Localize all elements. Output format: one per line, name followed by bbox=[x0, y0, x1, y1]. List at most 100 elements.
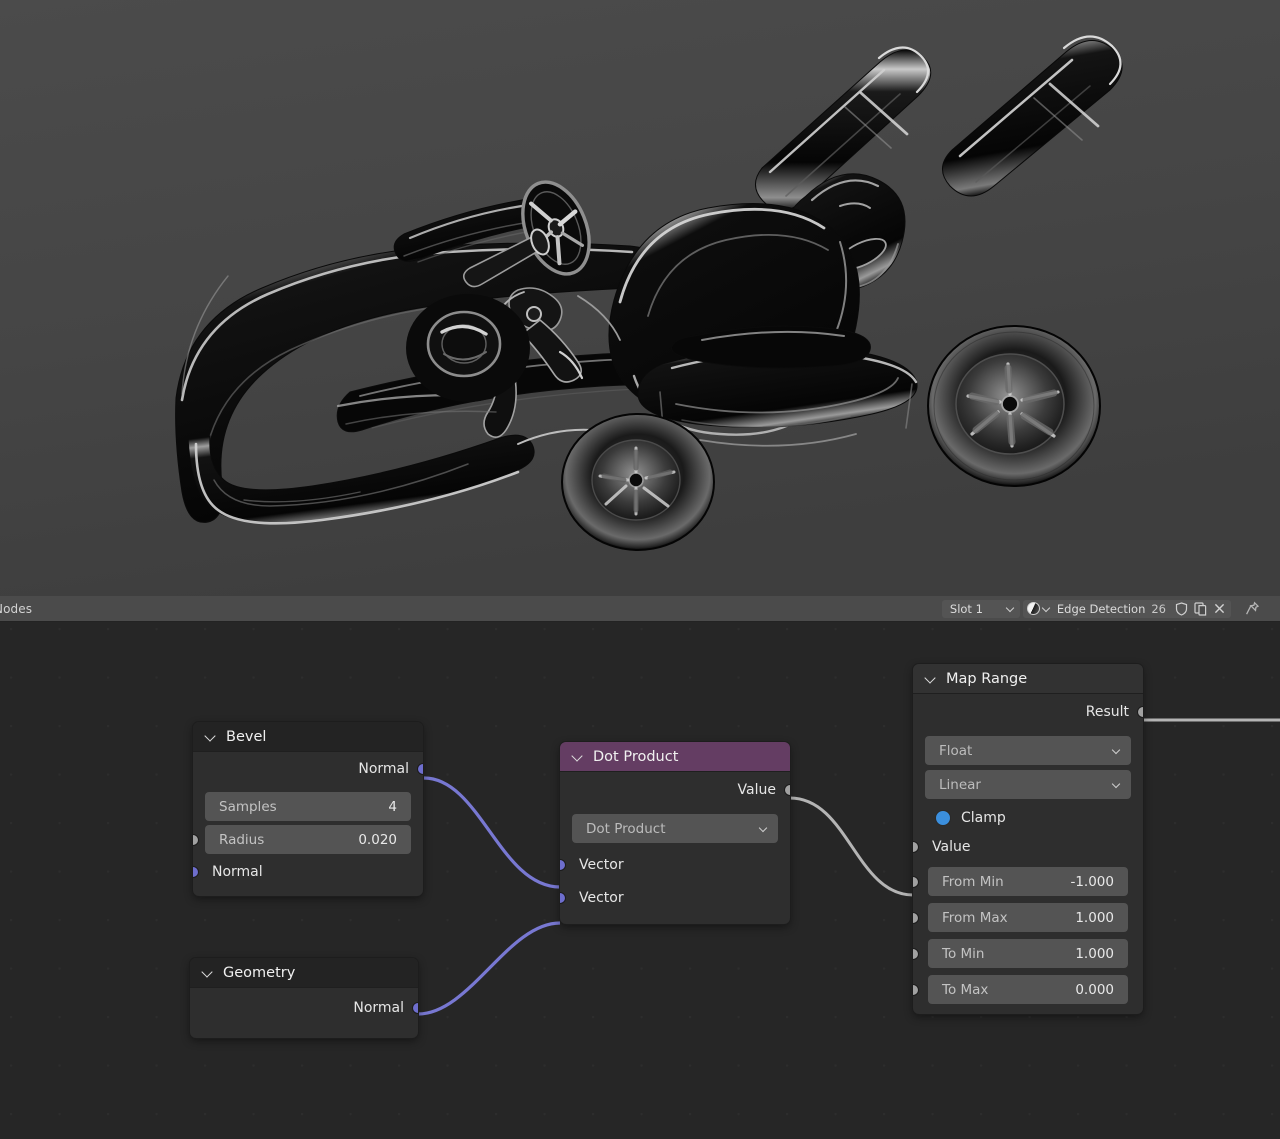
socket-input-vector[interactable] bbox=[560, 859, 566, 871]
field-to-min-value: 1.000 bbox=[1075, 945, 1114, 962]
socket-input-normal[interactable] bbox=[193, 866, 199, 878]
duplicate-icon[interactable] bbox=[1191, 600, 1210, 618]
field-radius[interactable]: Radius 0.020 bbox=[193, 825, 411, 854]
socket-output-normal[interactable] bbox=[417, 763, 423, 775]
output-label: Result bbox=[1085, 704, 1129, 720]
node-map-range-dropdowns: Float Linear bbox=[913, 736, 1143, 799]
node-map-range[interactable]: Map Range Result Float Linear Clamp Valu… bbox=[913, 664, 1143, 1014]
node-map-range-body: Result Float Linear Clamp Value From Min… bbox=[913, 694, 1143, 1014]
node-dot-output-value[interactable]: Value bbox=[560, 772, 790, 808]
field-from-min[interactable]: From Min -1.000 bbox=[913, 867, 1128, 896]
node-bevel-title: Bevel bbox=[226, 728, 267, 745]
material-sphere-icon bbox=[1026, 602, 1040, 615]
dropdown-interpolation-value: Linear bbox=[939, 776, 981, 793]
socket-input-radius[interactable] bbox=[193, 834, 199, 846]
input-label: Value bbox=[932, 838, 971, 855]
node-dot-product-header[interactable]: Dot Product bbox=[560, 742, 790, 772]
chevron-down-icon[interactable] bbox=[1042, 604, 1051, 613]
node-bevel-input-normal[interactable]: Normal bbox=[193, 858, 423, 886]
field-to-max-value: 0.000 bbox=[1075, 981, 1114, 998]
socket-output-result[interactable] bbox=[1137, 706, 1143, 718]
socket-input-vector[interactable] bbox=[560, 892, 566, 904]
field-to-max-label: To Max bbox=[942, 981, 989, 998]
slot-dropdown[interactable]: Slot 1 bbox=[941, 599, 1020, 618]
dropdown-interpolation[interactable]: Linear bbox=[925, 770, 1131, 799]
socket-output-normal[interactable] bbox=[412, 1002, 418, 1014]
editor-type-label: Nodes bbox=[0, 601, 33, 616]
output-label: Normal bbox=[353, 1000, 404, 1016]
socket-input-to-min[interactable] bbox=[913, 948, 919, 960]
node-map-range-output-result[interactable]: Result bbox=[913, 694, 1143, 730]
socket-input-from-max[interactable] bbox=[913, 912, 919, 924]
link-dot-value-to-maprange-value bbox=[789, 796, 914, 897]
field-from-min-label: From Min bbox=[942, 873, 1004, 890]
pin-icon[interactable] bbox=[1243, 600, 1262, 618]
node-bevel-fields: Samples 4 Radius 0.020 bbox=[193, 792, 423, 854]
node-geometry-header[interactable]: Geometry bbox=[190, 958, 418, 988]
node-dot-product-title: Dot Product bbox=[593, 748, 679, 765]
output-label: Value bbox=[737, 782, 776, 798]
field-samples-label: Samples bbox=[219, 798, 277, 815]
dropdown-data-type-value: Float bbox=[939, 742, 973, 759]
node-geometry-body: Normal bbox=[190, 988, 418, 1038]
chevron-down-icon[interactable] bbox=[202, 967, 214, 979]
slot-dropdown-value: Slot 1 bbox=[949, 601, 983, 616]
link-geometry-normal-to-dot-vector bbox=[417, 921, 561, 1016]
node-map-range-header[interactable]: Map Range bbox=[913, 664, 1143, 694]
field-to-max[interactable]: To Max 0.000 bbox=[913, 975, 1128, 1004]
node-dot-input-vector-0[interactable]: Vector bbox=[560, 848, 790, 881]
dropdown-operation-value: Dot Product bbox=[586, 820, 666, 837]
3d-viewport[interactable] bbox=[0, 0, 1280, 596]
chevron-down-icon[interactable] bbox=[925, 673, 937, 685]
field-samples[interactable]: Samples 4 bbox=[205, 792, 411, 821]
node-dot-operation-wrap: Dot Product bbox=[560, 814, 790, 843]
input-label: Normal bbox=[212, 864, 263, 880]
close-icon[interactable] bbox=[1210, 600, 1229, 618]
node-map-range-input-value[interactable]: Value bbox=[913, 832, 1143, 861]
dropdown-operation[interactable]: Dot Product bbox=[572, 814, 778, 843]
field-radius-value: 0.020 bbox=[358, 831, 397, 848]
node-geometry-output-normal[interactable]: Normal bbox=[190, 988, 418, 1028]
material-name[interactable]: Edge Detection bbox=[1057, 602, 1145, 616]
field-from-min-value: -1.000 bbox=[1070, 873, 1114, 890]
node-map-range-fields: From Min -1.000 From Max 1.000 To Min 1.… bbox=[913, 867, 1143, 1004]
socket-input-from-min[interactable] bbox=[913, 876, 919, 888]
chevron-down-icon bbox=[759, 824, 768, 833]
socket-input-to-max[interactable] bbox=[913, 984, 919, 996]
blender-window: Nodes Slot 1 Edge Detection 26 bbox=[0, 0, 1280, 1139]
shader-node-editor[interactable]: Bevel Normal Samples 4 Radius 0.020 Norm… bbox=[0, 622, 1280, 1139]
socket-output-value[interactable] bbox=[784, 784, 790, 796]
field-to-min-label: To Min bbox=[942, 945, 985, 962]
socket-input-value[interactable] bbox=[913, 841, 919, 853]
input-label: Vector bbox=[579, 889, 624, 906]
material-id-block[interactable]: Edge Detection 26 bbox=[1022, 599, 1231, 618]
dropdown-data-type[interactable]: Float bbox=[925, 736, 1131, 765]
node-bevel-output-normal[interactable]: Normal bbox=[193, 752, 423, 786]
chevron-down-icon bbox=[1112, 746, 1121, 755]
node-editor-header: Nodes Slot 1 Edge Detection 26 bbox=[0, 596, 1280, 622]
checkbox-clamp[interactable]: Clamp bbox=[913, 804, 1143, 832]
output-label: Normal bbox=[358, 761, 409, 777]
field-samples-value: 4 bbox=[388, 798, 397, 815]
chevron-down-icon bbox=[1112, 780, 1121, 789]
material-users-count[interactable]: 26 bbox=[1151, 602, 1166, 616]
node-geometry[interactable]: Geometry Normal bbox=[190, 958, 418, 1038]
field-from-max-value: 1.000 bbox=[1075, 909, 1114, 926]
field-radius-label: Radius bbox=[219, 831, 265, 848]
chevron-down-icon[interactable] bbox=[572, 751, 584, 763]
field-from-max-label: From Max bbox=[942, 909, 1008, 926]
checkbox-clamp-box[interactable] bbox=[935, 810, 951, 826]
field-from-max[interactable]: From Max 1.000 bbox=[913, 903, 1128, 932]
node-dot-input-vector-1[interactable]: Vector bbox=[560, 881, 790, 914]
node-bevel[interactable]: Bevel Normal Samples 4 Radius 0.020 Norm… bbox=[193, 722, 423, 896]
node-dot-product[interactable]: Dot Product Value Dot Product Vector Vec… bbox=[560, 742, 790, 924]
field-to-min[interactable]: To Min 1.000 bbox=[913, 939, 1128, 968]
node-bevel-body: Normal Samples 4 Radius 0.020 Normal bbox=[193, 752, 423, 896]
shield-icon[interactable] bbox=[1172, 600, 1191, 618]
chevron-down-icon[interactable] bbox=[205, 731, 217, 743]
node-bevel-header[interactable]: Bevel bbox=[193, 722, 423, 752]
